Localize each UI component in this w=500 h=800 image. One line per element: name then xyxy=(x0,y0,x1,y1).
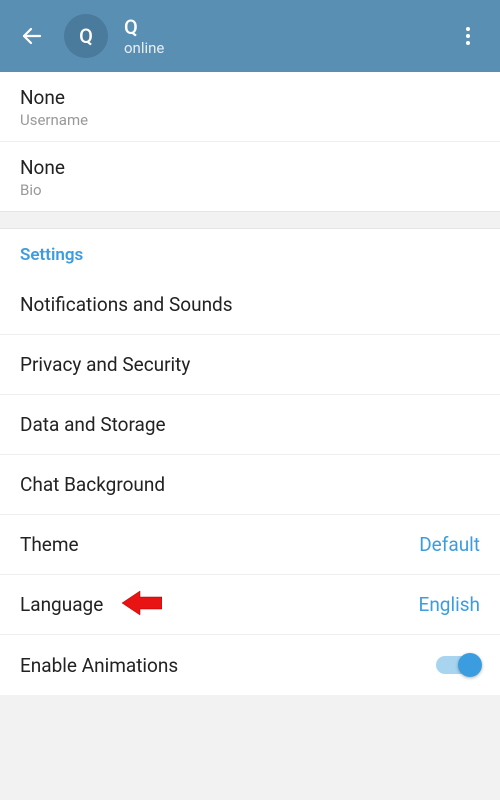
header-info: Q online xyxy=(124,15,444,57)
setting-value: Default xyxy=(419,533,480,556)
setting-value: English xyxy=(419,593,480,616)
status-text: online xyxy=(124,39,444,57)
bio-row[interactable]: None Bio xyxy=(0,142,500,211)
page-title: Q xyxy=(124,15,444,39)
username-label: Username xyxy=(20,111,480,129)
setting-label: Privacy and Security xyxy=(20,353,190,376)
setting-chat-background[interactable]: Chat Background xyxy=(0,455,500,515)
setting-label: Notifications and Sounds xyxy=(20,293,233,316)
bio-value: None xyxy=(20,156,480,179)
setting-language[interactable]: Language English xyxy=(0,575,500,635)
arrow-left-icon xyxy=(20,24,44,48)
setting-label: Chat Background xyxy=(20,473,165,496)
avatar[interactable]: Q xyxy=(64,14,108,58)
setting-label: Enable Animations xyxy=(20,654,178,677)
more-menu-button[interactable] xyxy=(444,12,492,60)
section-divider xyxy=(0,211,500,229)
username-row[interactable]: None Username xyxy=(0,72,500,142)
settings-header: Settings xyxy=(0,229,500,275)
back-button[interactable] xyxy=(8,12,56,60)
setting-privacy[interactable]: Privacy and Security xyxy=(0,335,500,395)
setting-label: Theme xyxy=(20,533,79,556)
setting-label: Data and Storage xyxy=(20,413,166,436)
toggle-knob xyxy=(458,653,482,677)
annotation-arrow-icon xyxy=(122,589,162,621)
avatar-letter: Q xyxy=(79,24,93,48)
profile-section: None Username None Bio xyxy=(0,72,500,211)
setting-enable-animations[interactable]: Enable Animations xyxy=(0,635,500,695)
more-vertical-icon xyxy=(456,24,480,48)
settings-section: Settings Notifications and Sounds Privac… xyxy=(0,229,500,695)
bio-label: Bio xyxy=(20,181,480,199)
username-value: None xyxy=(20,86,480,109)
header-bar: Q Q online xyxy=(0,0,500,72)
setting-label: Language xyxy=(20,593,103,616)
setting-data-storage[interactable]: Data and Storage xyxy=(0,395,500,455)
animations-toggle[interactable] xyxy=(436,656,480,674)
setting-theme[interactable]: Theme Default xyxy=(0,515,500,575)
setting-notifications[interactable]: Notifications and Sounds xyxy=(0,275,500,335)
